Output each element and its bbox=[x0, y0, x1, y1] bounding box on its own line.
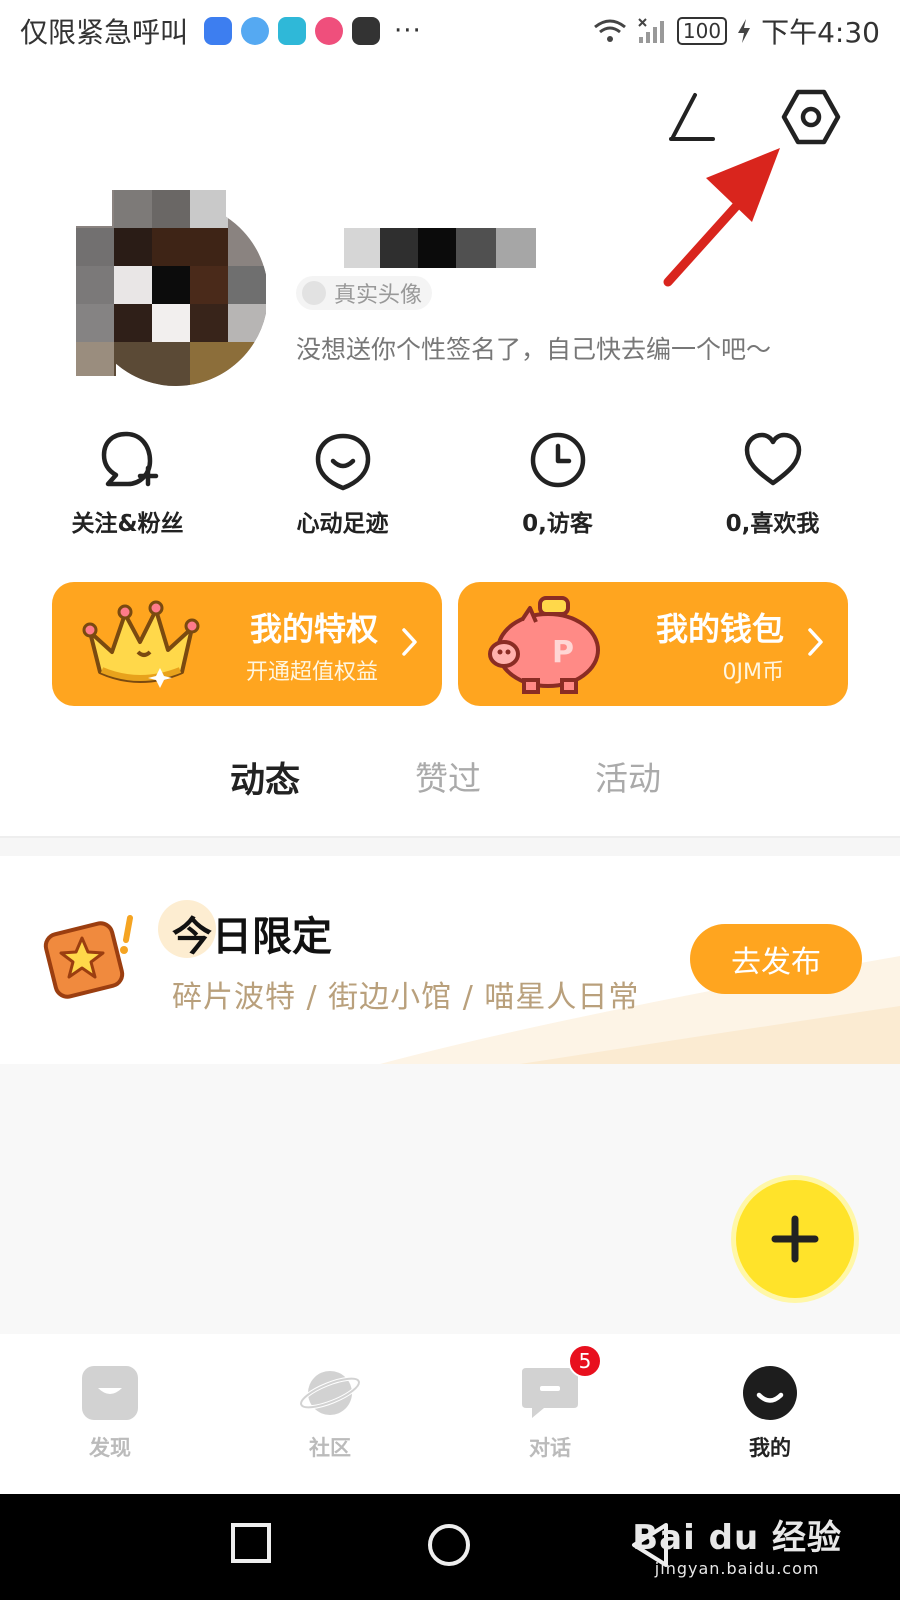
chat-bubble-icon bbox=[522, 1368, 578, 1418]
stats-row: 关注&粉丝 心动足迹 0,访客 0,喜欢我 bbox=[0, 428, 900, 538]
tab-liked[interactable]: 赞过 bbox=[415, 752, 481, 800]
stat-heart-footprints[interactable]: 心动足迹 bbox=[235, 428, 450, 538]
privilege-card[interactable]: 我的特权 开通超值权益 bbox=[52, 582, 442, 706]
section-gap bbox=[0, 838, 900, 856]
plus-icon bbox=[771, 1215, 819, 1263]
carrier-text: 仅限紧急呼叫 bbox=[20, 16, 189, 49]
real-avatar-tag[interactable]: 真实头像 bbox=[296, 276, 433, 310]
edit-icon bbox=[669, 93, 715, 141]
nav-chat[interactable]: 5 对话 bbox=[440, 1334, 660, 1494]
notification-icons bbox=[204, 17, 381, 45]
promo-title: 今日限定 bbox=[172, 914, 332, 960]
nav-community[interactable]: 社区 bbox=[220, 1334, 440, 1494]
signature-text[interactable]: 没想送你个性签名了，自己快去编一个吧～ bbox=[296, 330, 886, 366]
wallet-title: 我的钱包 bbox=[655, 610, 784, 648]
username-mosaic bbox=[344, 228, 536, 268]
wifi-icon bbox=[593, 19, 626, 42]
signal-icon bbox=[638, 18, 664, 43]
crown-icon bbox=[82, 600, 200, 688]
system-nav-bar: Bai du 经验 jingyan.baidu.com bbox=[0, 1494, 900, 1600]
verified-check-icon bbox=[302, 281, 326, 305]
planet-icon bbox=[299, 1371, 361, 1415]
bulb-app-icon bbox=[204, 17, 233, 45]
heart-icon bbox=[744, 432, 801, 486]
privilege-title: 我的特权 bbox=[249, 610, 378, 648]
battery-indicator: 100 bbox=[676, 17, 728, 45]
daily-limited-banner: 今日限定 碎片波特 / 街边小馆 / 喵星人日常 去发布 bbox=[0, 856, 900, 1064]
stat-follow-fans[interactable]: 关注&粉丝 bbox=[20, 428, 235, 538]
discover-face-icon bbox=[82, 1366, 138, 1420]
stat-visitors[interactable]: 0,访客 bbox=[450, 428, 665, 538]
nav-discover[interactable]: 发现 bbox=[0, 1334, 220, 1494]
home-circle-icon[interactable] bbox=[424, 1520, 474, 1570]
recents-square-icon[interactable] bbox=[228, 1520, 274, 1566]
watermark-logo: Bai du 经验 bbox=[632, 1518, 842, 1558]
profile-smile-icon bbox=[743, 1366, 797, 1420]
avatar[interactable] bbox=[76, 190, 266, 390]
stat-likes-me[interactable]: 0,喜欢我 bbox=[665, 428, 880, 538]
browser-app-icon bbox=[241, 17, 270, 45]
more-notifications-icon: ··· bbox=[394, 16, 422, 46]
chevron-right-icon bbox=[808, 628, 823, 656]
settings-hexagon-icon bbox=[781, 89, 841, 145]
privilege-subtitle: 开通超值权益 bbox=[245, 660, 378, 685]
avatar-mosaic bbox=[76, 190, 266, 386]
watermark-url: jingyan.baidu.com bbox=[654, 1559, 820, 1578]
status-bar: 仅限紧急呼叫 ··· 100 下午4:30 bbox=[0, 0, 900, 62]
create-post-button[interactable] bbox=[736, 1180, 854, 1298]
charging-icon bbox=[738, 19, 751, 43]
chevron-right-icon bbox=[402, 628, 417, 656]
clock-time: 下午4:30 bbox=[761, 16, 880, 49]
wallet-subtitle: 0JM币 bbox=[722, 660, 784, 685]
real-avatar-label: 真实头像 bbox=[334, 283, 423, 308]
clock-icon bbox=[530, 432, 585, 488]
edge-app-icon bbox=[278, 17, 307, 45]
promo-tags: 碎片波特 / 街边小馆 / 喵星人日常 bbox=[172, 980, 640, 1015]
heart-face-icon bbox=[315, 433, 370, 491]
pink-app-icon bbox=[315, 17, 344, 45]
content-tabs: 动态 赞过 活动 bbox=[0, 752, 900, 812]
wallet-card[interactable]: P 我的钱包 0JM币 bbox=[458, 582, 848, 706]
baidu-watermark: Bai du 经验 jingyan.baidu.com bbox=[632, 1510, 842, 1578]
svg-text:P: P bbox=[552, 635, 574, 670]
publish-button[interactable]: 去发布 bbox=[690, 924, 862, 994]
bottom-nav: 发现 社区 5 对话 我的 bbox=[0, 1334, 900, 1494]
nav-mine[interactable]: 我的 bbox=[660, 1334, 880, 1494]
star-card-icon bbox=[43, 915, 133, 999]
user-add-icon bbox=[101, 431, 158, 487]
annotation-arrow bbox=[663, 148, 780, 287]
tab-activities[interactable]: 活动 bbox=[595, 752, 661, 800]
unread-badge: 5 bbox=[568, 1344, 602, 1378]
piggy-bank-icon: P bbox=[488, 596, 600, 694]
tab-moments[interactable]: 动态 bbox=[230, 752, 300, 803]
huawei-app-icon bbox=[352, 17, 381, 45]
